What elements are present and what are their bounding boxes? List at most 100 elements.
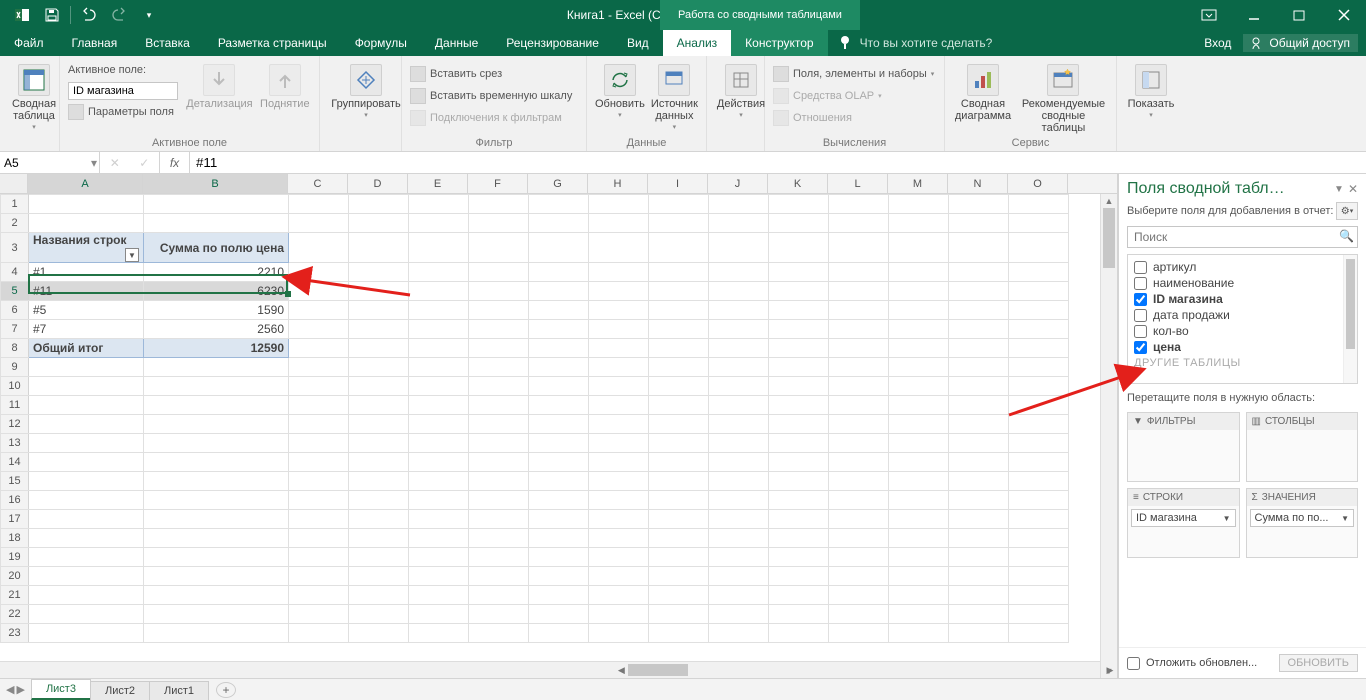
cell[interactable] [1009,472,1069,491]
maximize-button[interactable] [1276,0,1321,30]
cell[interactable] [469,491,529,510]
cell[interactable] [349,491,409,510]
cell[interactable] [469,472,529,491]
row-header[interactable]: 23 [1,624,29,643]
column-header[interactable]: C [288,174,348,193]
cell[interactable] [349,320,409,339]
pivot-field-checkbox[interactable] [1134,261,1147,274]
cell[interactable] [529,453,589,472]
cell[interactable] [889,586,949,605]
cell[interactable] [949,529,1009,548]
scroll-right-icon[interactable]: ▶ [1103,662,1117,678]
cell[interactable] [769,339,829,358]
scroll-left-icon[interactable]: ◀ [614,662,628,678]
cell[interactable] [144,567,289,586]
cell[interactable]: 2210 [144,263,289,282]
share-button[interactable]: Общий доступ [1243,34,1358,52]
cell[interactable] [829,453,889,472]
cell[interactable] [29,434,144,453]
cell[interactable] [469,396,529,415]
cell[interactable] [469,529,529,548]
cell[interactable] [1009,358,1069,377]
close-button[interactable] [1321,0,1366,30]
group-button[interactable]: Группировать ▾ [328,60,404,120]
cell[interactable] [469,567,529,586]
hscroll-thumb[interactable] [628,664,688,676]
cell[interactable]: Сумма по полю цена [144,233,289,263]
cell[interactable] [144,214,289,233]
cell[interactable] [289,605,349,624]
insert-slicer-button[interactable]: Вставить срез [410,64,578,84]
cell[interactable] [709,339,769,358]
select-all-corner[interactable] [0,174,28,193]
cell[interactable] [649,491,709,510]
cell[interactable] [769,548,829,567]
layout-options-button[interactable]: ⚙▾ [1336,202,1358,220]
cell[interactable] [949,491,1009,510]
cell[interactable] [289,282,349,301]
cell[interactable] [1009,491,1069,510]
cell[interactable] [709,320,769,339]
cell[interactable] [29,377,144,396]
name-box-dropdown-icon[interactable]: ▾ [91,156,97,170]
cell[interactable] [529,472,589,491]
cell[interactable] [889,510,949,529]
cell[interactable] [1009,396,1069,415]
cell[interactable] [469,415,529,434]
cell[interactable] [649,567,709,586]
cell[interactable] [349,548,409,567]
cell[interactable] [889,548,949,567]
cell[interactable] [289,510,349,529]
cell[interactable] [469,605,529,624]
cell[interactable] [349,377,409,396]
cell[interactable] [349,263,409,282]
cell[interactable] [589,434,649,453]
cell[interactable] [649,453,709,472]
cell[interactable] [469,214,529,233]
cell[interactable] [349,472,409,491]
cell[interactable] [709,233,769,263]
cell[interactable] [949,415,1009,434]
row-header[interactable]: 2 [1,214,29,233]
cell[interactable] [1009,214,1069,233]
cell[interactable] [409,415,469,434]
fx-button[interactable]: fx [160,152,190,173]
cell[interactable] [649,529,709,548]
row-header[interactable]: 12 [1,415,29,434]
cell[interactable] [769,301,829,320]
add-sheet-button[interactable]: + [216,682,236,698]
cell[interactable] [649,586,709,605]
cell[interactable] [949,377,1009,396]
cell[interactable] [409,491,469,510]
cell[interactable] [1009,453,1069,472]
cell[interactable] [529,605,589,624]
cell[interactable] [1009,301,1069,320]
cell[interactable] [769,510,829,529]
cell[interactable] [409,282,469,301]
cell[interactable] [289,320,349,339]
row-header[interactable]: 5 [1,282,29,301]
cell[interactable] [829,339,889,358]
cell[interactable] [469,339,529,358]
cell[interactable] [829,195,889,214]
rows-zone-item[interactable]: ID магазина▼ [1131,509,1236,527]
cell[interactable] [1009,434,1069,453]
cell[interactable] [29,510,144,529]
cell[interactable] [529,567,589,586]
recommended-pivots-button[interactable]: Рекомендуемые сводные таблицы [1019,60,1108,134]
cell[interactable] [589,548,649,567]
cell[interactable] [289,453,349,472]
cell[interactable] [649,472,709,491]
cell[interactable]: 1590 [144,301,289,320]
cell[interactable] [349,396,409,415]
scroll-up-icon[interactable]: ▲ [1101,194,1117,208]
column-headers[interactable]: ABCDEFGHIJKLMNO [0,174,1117,194]
pivot-field-checkbox[interactable] [1134,309,1147,322]
row-header[interactable]: 10 [1,377,29,396]
pivot-field-checkbox[interactable] [1134,277,1147,290]
cell[interactable] [589,624,649,643]
cell[interactable] [889,434,949,453]
cell[interactable] [1009,282,1069,301]
cell[interactable] [949,396,1009,415]
cell[interactable] [529,320,589,339]
